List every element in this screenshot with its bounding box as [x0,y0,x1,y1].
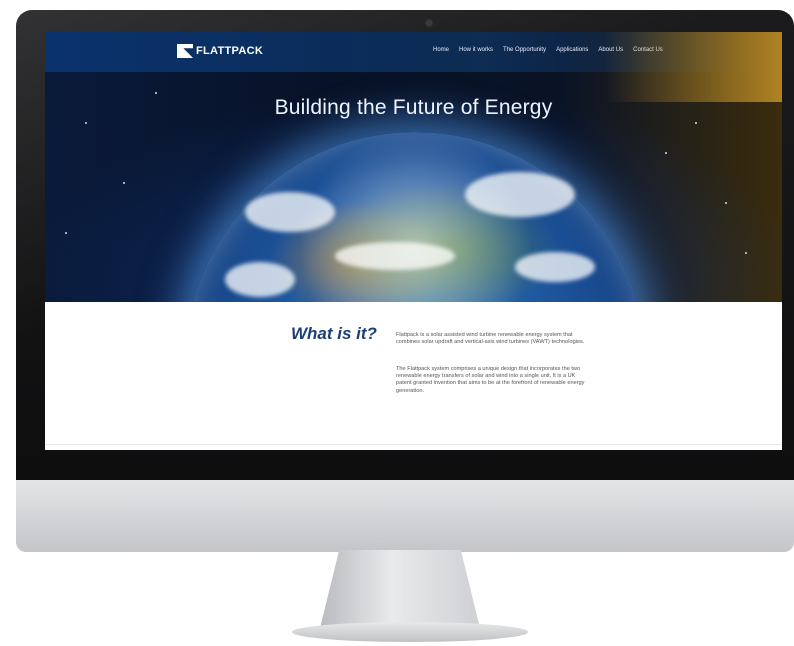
site-logo[interactable]: FLATTPACK [177,44,263,58]
nav-applications[interactable]: Applications [556,47,588,53]
star-dot [155,92,157,94]
logo-text: FLATTPACK [196,45,264,57]
cloud-shape [245,192,335,232]
star-dot [85,122,87,124]
webcam-icon [426,20,432,26]
top-navigation-bar [45,32,782,72]
cloud-shape [335,242,455,270]
cloud-shape [465,172,575,217]
star-dot [745,252,747,254]
nav-about-us[interactable]: About Us [598,47,623,53]
cloud-shape [515,252,595,282]
flattpack-logo-icon [177,44,193,58]
monitor-base [292,622,528,642]
what-is-it-section: What is it? Flattpack is a solar assiste… [45,302,782,450]
monitor-chin [16,480,794,552]
star-dot [665,152,667,154]
earth-globe-image [185,132,645,302]
website-screen: FLATTPACK Home How it works The Opportun… [45,32,782,450]
cloud-shape [225,262,295,297]
hero-banner: FLATTPACK Home How it works The Opportun… [45,32,782,302]
star-dot [695,122,697,124]
section-heading: What is it? [291,324,377,343]
star-dot [65,232,67,234]
main-nav: Home How it works The Opportunity Applic… [433,47,663,53]
nav-contact-us[interactable]: Contact Us [633,47,663,53]
nav-home[interactable]: Home [433,47,449,53]
section-divider [45,444,782,445]
nav-how-it-works[interactable]: How it works [459,47,493,53]
star-dot [123,182,125,184]
intro-paragraph: Flattpack is a solar assisted wind turbi… [396,332,585,346]
system-paragraph: The Flattpack system comprises a unique … [396,366,585,394]
hero-title: Building the Future of Energy [274,96,553,119]
monitor-stand [320,550,480,628]
star-dot [725,202,727,204]
nav-the-opportunity[interactable]: The Opportunity [503,47,546,53]
